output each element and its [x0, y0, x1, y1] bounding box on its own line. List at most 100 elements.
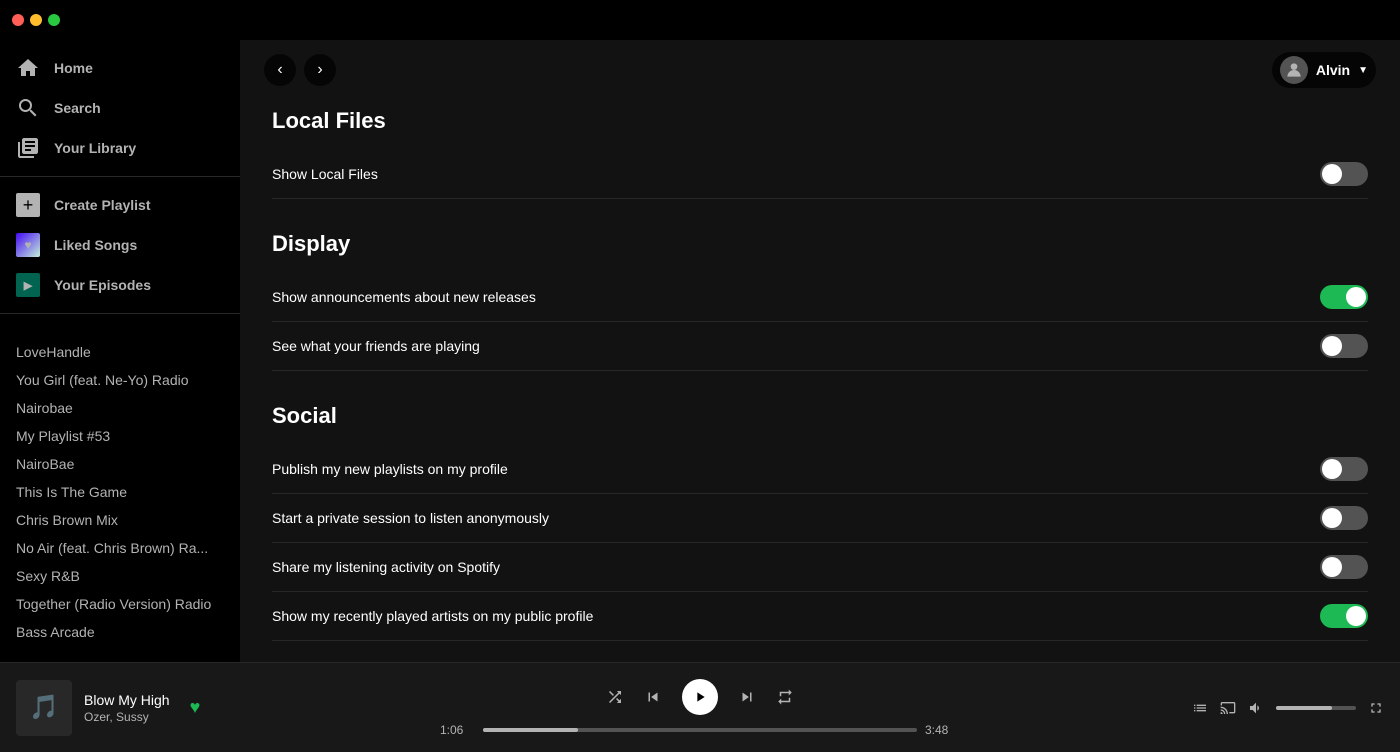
settings-section-display: Display Show announcements about new rele… — [272, 223, 1368, 371]
section-title-local-files: Local Files — [272, 100, 1368, 134]
track-info: Blow My High Ozer, Sussy — [84, 692, 170, 724]
setting-label-share-activity: Share my listening activity on Spotify — [272, 559, 500, 575]
player-controls — [606, 679, 794, 715]
playlist-item[interactable]: Together (Radio Version) Radio — [0, 590, 240, 618]
playlist-item[interactable]: This Is The Game — [0, 478, 240, 506]
setting-row-show-announcements: Show announcements about new releases — [272, 273, 1368, 322]
album-art-emoji: 🎵 — [29, 693, 59, 722]
setting-label-show-announcements: Show announcements about new releases — [272, 289, 536, 305]
toggle-knob-show-local-files — [1322, 164, 1342, 184]
devices-button[interactable] — [1220, 700, 1236, 716]
playlist-item[interactable]: LoveHandle — [0, 338, 240, 366]
sidebar-item-home[interactable]: Home — [0, 48, 240, 88]
create-playlist-item[interactable]: + Create Playlist — [0, 185, 240, 225]
content-area: ‹ › Alvin ▼ Local Files Show Local Files D… — [240, 40, 1400, 662]
titlebar — [0, 0, 1400, 40]
user-chevron-icon: ▼ — [1358, 65, 1368, 76]
sidebar-divider-2 — [0, 313, 240, 314]
settings-section-social: SocialPublish my new playlists on my pro… — [272, 395, 1368, 641]
toggle-show-announcements[interactable] — [1320, 285, 1368, 309]
progress-fill — [483, 728, 578, 732]
setting-row-private-session: Start a private session to listen anonym… — [272, 494, 1368, 543]
liked-songs-icon: ♥ — [16, 233, 40, 257]
sidebar-item-library[interactable]: Your Library — [0, 128, 240, 168]
previous-button[interactable] — [644, 688, 662, 706]
album-art: 🎵 — [16, 680, 72, 736]
avatar — [1280, 56, 1308, 84]
forward-button[interactable]: › — [304, 54, 336, 86]
library-label: Your Library — [54, 140, 136, 156]
toggle-private-session[interactable] — [1320, 506, 1368, 530]
playlist-item[interactable]: Bass Arcade — [0, 618, 240, 646]
user-name: Alvin — [1316, 62, 1350, 78]
progress-bar-container: 1:06 3:48 — [440, 723, 960, 737]
fullscreen-button[interactable] — [1368, 700, 1384, 716]
playlist-list: LoveHandleYou Girl (feat. Ne-Yo) RadioNa… — [0, 330, 240, 662]
toggle-show-friends[interactable] — [1320, 334, 1368, 358]
like-button[interactable]: ♥ — [190, 697, 201, 718]
your-episodes-item[interactable]: ▶ Your Episodes — [0, 265, 240, 305]
queue-button[interactable] — [1192, 700, 1208, 716]
setting-label-show-recent-artists: Show my recently played artists on my pu… — [272, 608, 593, 624]
settings-section-local-files: Local Files Show Local Files — [272, 100, 1368, 199]
sidebar-item-search[interactable]: Search — [0, 88, 240, 128]
player-left: 🎵 Blow My High Ozer, Sussy ♥ — [16, 680, 296, 736]
sidebar: Home Search Your — [0, 40, 240, 662]
current-time: 1:06 — [440, 723, 475, 737]
user-menu[interactable]: Alvin ▼ — [1272, 52, 1376, 88]
toggle-publish-playlists[interactable] — [1320, 457, 1368, 481]
back-button[interactable]: ‹ — [264, 54, 296, 86]
toggle-knob-publish-playlists — [1322, 459, 1342, 479]
settings-content: Local Files Show Local Files Display Show a… — [240, 100, 1400, 662]
sidebar-nav: Home Search Your — [0, 40, 240, 330]
create-playlist-label: Create Playlist — [54, 197, 151, 213]
close-button[interactable] — [12, 14, 24, 26]
setting-row-show-recent-artists: Show my recently played artists on my pu… — [272, 592, 1368, 641]
playlist-item[interactable]: Nairobae — [0, 394, 240, 422]
playlist-item[interactable]: No Air (feat. Chris Brown) Ra... — [0, 534, 240, 562]
next-button[interactable] — [738, 688, 756, 706]
track-artist: Ozer, Sussy — [84, 710, 170, 724]
liked-songs-label: Liked Songs — [54, 237, 137, 253]
playlist-item[interactable]: NairoBae — [0, 450, 240, 478]
volume-button[interactable] — [1248, 700, 1264, 716]
toggle-knob-share-activity — [1322, 557, 1342, 577]
section-title-display: Display — [272, 223, 1368, 257]
search-icon — [16, 96, 40, 120]
playlist-item[interactable]: My Playlist #53 — [0, 422, 240, 450]
toggle-show-local-files[interactable] — [1320, 162, 1368, 186]
app: Home Search Your — [0, 0, 1400, 752]
playlist-item[interactable]: You Girl (feat. Ne-Yo) Radio — [0, 366, 240, 394]
toggle-share-activity[interactable] — [1320, 555, 1368, 579]
toggle-show-recent-artists[interactable] — [1320, 604, 1368, 628]
play-pause-button[interactable] — [682, 679, 718, 715]
volume-bar[interactable] — [1276, 706, 1356, 710]
main-area: Home Search Your — [0, 40, 1400, 662]
volume-fill — [1276, 706, 1332, 710]
player-right — [1104, 700, 1384, 716]
shuffle-button[interactable] — [606, 688, 624, 706]
topbar: ‹ › Alvin ▼ — [240, 40, 1400, 100]
maximize-button[interactable] — [48, 14, 60, 26]
liked-songs-item[interactable]: ♥ Liked Songs — [0, 225, 240, 265]
setting-label-show-friends: See what your friends are playing — [272, 338, 480, 354]
setting-label-show-local-files: Show Local Files — [272, 166, 378, 182]
setting-row-share-activity: Share my listening activity on Spotify — [272, 543, 1368, 592]
search-label: Search — [54, 100, 101, 116]
home-icon — [16, 56, 40, 80]
total-time: 3:48 — [925, 723, 960, 737]
sidebar-divider-1 — [0, 176, 240, 177]
track-name: Blow My High — [84, 692, 170, 708]
playlist-item[interactable]: Chris Brown Mix — [0, 506, 240, 534]
playlist-item[interactable]: Sexy R&B — [0, 562, 240, 590]
toggle-knob-show-announcements — [1346, 287, 1366, 307]
repeat-button[interactable] — [776, 688, 794, 706]
setting-row-show-local-files: Show Local Files — [272, 150, 1368, 199]
your-episodes-label: Your Episodes — [54, 277, 151, 293]
setting-label-private-session: Start a private session to listen anonym… — [272, 510, 549, 526]
minimize-button[interactable] — [30, 14, 42, 26]
player-bar: 🎵 Blow My High Ozer, Sussy ♥ — [0, 662, 1400, 752]
setting-row-show-friends: See what your friends are playing — [272, 322, 1368, 371]
traffic-lights — [12, 14, 60, 26]
progress-bar[interactable] — [483, 728, 917, 732]
